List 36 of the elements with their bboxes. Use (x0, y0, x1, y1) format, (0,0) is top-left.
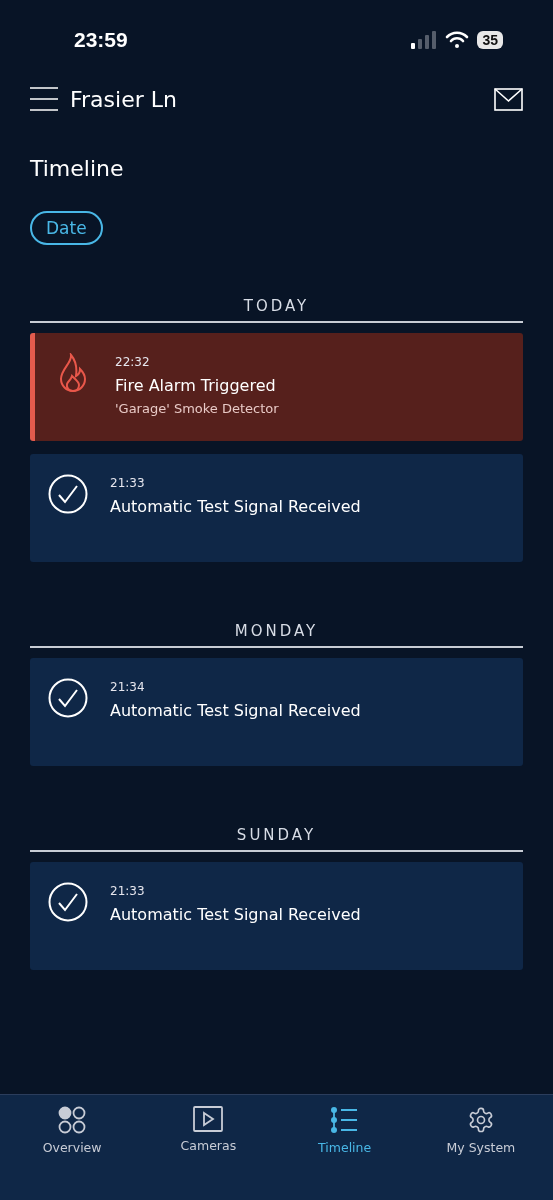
circles-icon (58, 1106, 87, 1134)
location-title: Frasier Ln (70, 86, 178, 112)
day-heading: TODAY (30, 297, 523, 323)
menu-icon[interactable] (30, 86, 58, 112)
event-title: Automatic Test Signal Received (110, 905, 361, 924)
timeline-icon (330, 1106, 359, 1134)
day-heading: MONDAY (30, 622, 523, 648)
tab-item[interactable]: Overview (4, 1095, 141, 1200)
tab-item[interactable]: Timeline (276, 1095, 413, 1200)
checkmark-circle-icon (48, 678, 88, 718)
event-time: 22:32 (115, 355, 151, 369)
event-time: 21:33 (110, 884, 146, 898)
event-card[interactable]: 21:33 Automatic Test Signal Received (30, 454, 523, 562)
status-time: 23:59 (74, 28, 128, 52)
event-title: Fire Alarm Triggered (115, 376, 277, 395)
signal-icon (411, 31, 438, 49)
mail-icon[interactable] (494, 87, 523, 111)
event-title: Automatic Test Signal Received (110, 497, 361, 516)
event-card[interactable]: 21:34 Automatic Test Signal Received (30, 658, 523, 766)
tab-item[interactable]: My System (412, 1095, 549, 1200)
day-heading: SUNDAY (30, 826, 523, 852)
checkmark-circle-icon (48, 882, 88, 922)
play-icon (193, 1106, 224, 1132)
battery-level: 35 (477, 31, 503, 49)
event-time: 21:34 (110, 680, 146, 694)
event-title: Automatic Test Signal Received (110, 701, 361, 720)
date-filter-button[interactable]: Date (30, 211, 103, 245)
alarm-event-card[interactable]: 22:32 Fire Alarm Triggered 'Garage' Smoke Detector (30, 333, 523, 441)
tab-item[interactable]: Cameras (140, 1095, 277, 1200)
event-time: 21:33 (110, 476, 146, 490)
event-card[interactable]: 21:33 Automatic Test Signal Received (30, 862, 523, 970)
page-title: Timeline (30, 156, 125, 181)
checkmark-circle-icon (48, 474, 88, 514)
event-detail: 'Garage' Smoke Detector (115, 401, 279, 416)
wifi-icon (445, 31, 470, 49)
flame-icon (58, 353, 88, 393)
